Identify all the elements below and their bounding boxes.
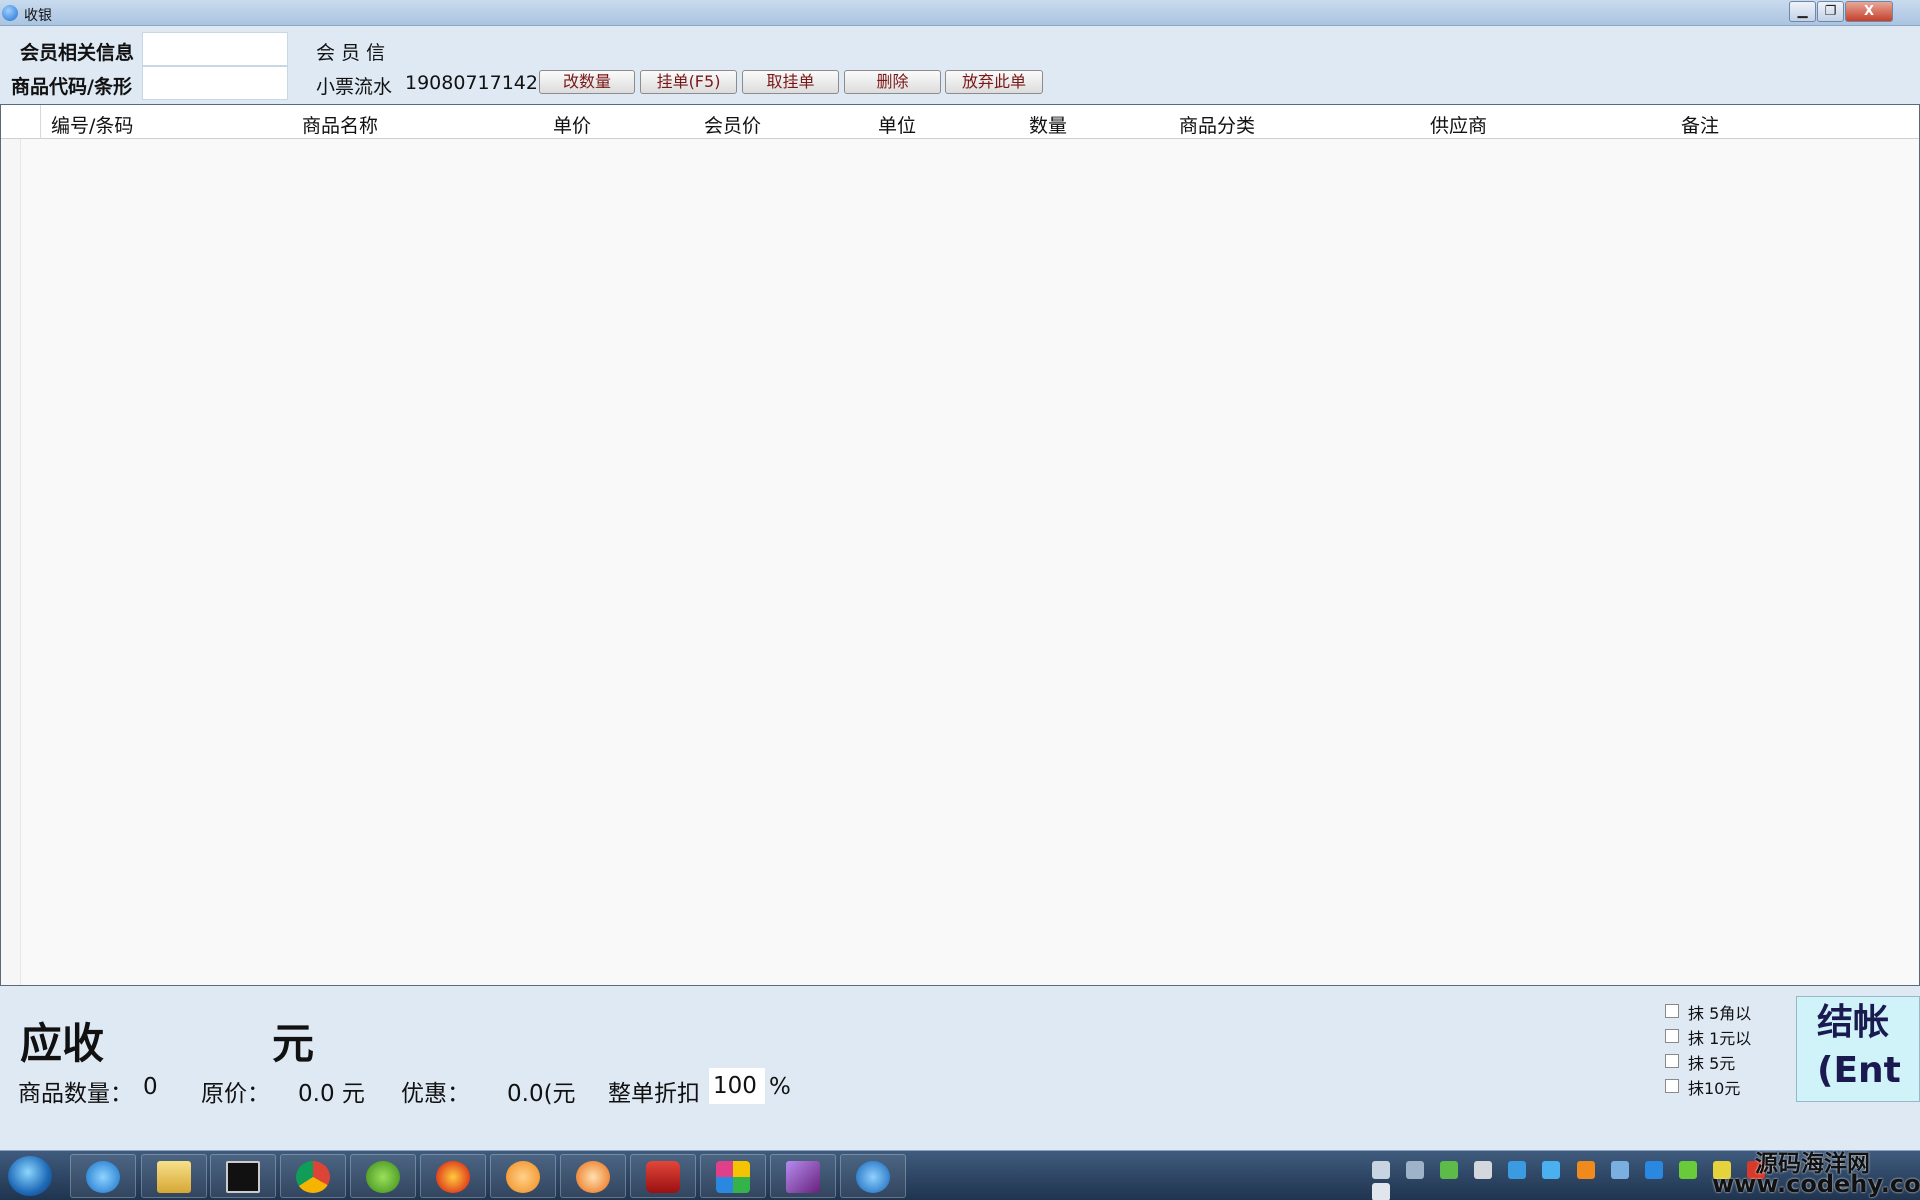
green-tray-icon[interactable]	[1678, 1161, 1697, 1179]
taskbar-file-explorer[interactable]	[141, 1154, 207, 1198]
product-code-input[interactable]	[142, 66, 288, 100]
taskbar-app-green[interactable]	[350, 1154, 416, 1198]
column-header-remark[interactable]: 备注	[1681, 111, 1719, 138]
colorful-app-icon	[716, 1161, 750, 1193]
change-quantity-button[interactable]: 改数量	[539, 70, 635, 94]
item-count-label: 商品数量：	[18, 1081, 133, 1107]
items-grid[interactable]: 编号/条码 商品名称 单价 会员价 单位 数量 商品分类 供应商 备注	[0, 104, 1920, 986]
original-price-value: 0.0 元	[298, 1081, 365, 1107]
watermark-url: www.codehy.com	[1712, 1170, 1920, 1198]
display-tray-icon[interactable]	[1610, 1161, 1629, 1179]
minimize-button[interactable]: ▁	[1789, 1, 1816, 22]
member-input[interactable]	[142, 32, 288, 66]
blue-tray-icon[interactable]	[1644, 1161, 1663, 1179]
receivable-unit: 元	[272, 1019, 315, 1068]
battery-icon[interactable]	[1440, 1161, 1459, 1179]
bird-tray-icon[interactable]	[1508, 1161, 1527, 1179]
orange-app-icon	[506, 1161, 540, 1193]
chrome-icon	[296, 1161, 330, 1193]
round-5yuan-checkbox[interactable]	[1665, 1054, 1679, 1068]
receipt-number: 19080717142	[405, 72, 538, 94]
taskbar-app-colorful[interactable]	[700, 1154, 766, 1198]
network-icon[interactable]	[1474, 1161, 1493, 1179]
round-5yuan-label: 抹 5元	[1688, 1054, 1736, 1073]
member-label: 会员相关信息	[20, 42, 135, 64]
row-header-corner	[1, 105, 41, 139]
taskbar-app-security[interactable]	[630, 1154, 696, 1198]
round-5jiao-label: 抹 5角以	[1688, 1004, 1752, 1023]
column-header-member-price[interactable]: 会员价	[704, 111, 761, 138]
column-header-category[interactable]: 商品分类	[1179, 111, 1255, 138]
column-header-unit[interactable]: 单位	[878, 111, 916, 138]
receivable-label: 应收	[20, 1019, 105, 1068]
taskbar-app-orange-2[interactable]	[560, 1154, 626, 1198]
taskbar-app-blue[interactable]	[840, 1154, 906, 1198]
green-app-icon	[366, 1161, 400, 1193]
orange-tray-icon[interactable]	[1576, 1161, 1595, 1179]
round-10yuan-checkbox[interactable]	[1665, 1079, 1679, 1093]
delete-button[interactable]: 删除	[844, 70, 941, 94]
volume-icon[interactable]	[1372, 1183, 1390, 1200]
round-5jiao-checkbox[interactable]	[1665, 1004, 1679, 1018]
column-header-supplier[interactable]: 供应商	[1430, 111, 1487, 138]
original-price-label: 原价：	[201, 1081, 270, 1107]
taskbar-visual-studio[interactable]	[770, 1154, 836, 1198]
item-count-value: 0	[143, 1074, 158, 1100]
folder-icon	[157, 1161, 191, 1193]
whole-discount-input[interactable]	[709, 1068, 765, 1104]
percent-sign: %	[769, 1074, 791, 1100]
checkout-label-line1: 结帐	[1817, 1002, 1890, 1043]
maximize-button[interactable]: ❐	[1817, 1, 1844, 22]
blue-globe-icon	[856, 1161, 890, 1193]
retrieve-order-button[interactable]: 取挂单	[742, 70, 839, 94]
member-info-label: 会 员 信	[316, 42, 386, 64]
orange-bird-icon	[576, 1161, 610, 1193]
checkout-label-line2: (Ent	[1817, 1050, 1901, 1091]
hold-order-button[interactable]: 挂单(F5)	[640, 70, 737, 94]
round-1yuan-label: 抹 1元以	[1688, 1029, 1752, 1048]
shield-icon	[646, 1161, 680, 1193]
summary-panel: 应收 元 商品数量： 0 原价： 0.0 元 优惠： 0.0(元 整单折扣 % …	[0, 986, 1920, 1110]
taskbar-firefox[interactable]	[420, 1154, 486, 1198]
column-header-name[interactable]: 商品名称	[302, 111, 378, 138]
product-code-label: 商品代码/条形	[11, 76, 132, 98]
discount-value: 0.0(元	[507, 1081, 576, 1107]
round-1yuan-checkbox[interactable]	[1665, 1029, 1679, 1043]
visual-studio-icon	[786, 1161, 820, 1193]
terminal-icon	[226, 1161, 260, 1193]
tray-arrow-icon[interactable]	[1406, 1161, 1425, 1179]
column-header-code[interactable]: 编号/条码	[51, 111, 133, 138]
discount-label: 优惠：	[401, 1081, 470, 1107]
star-tray-icon[interactable]	[1542, 1161, 1561, 1179]
taskbar-chrome[interactable]	[280, 1154, 346, 1198]
title-bar: 收银 ▁ ❐ X	[0, 0, 1920, 26]
taskbar	[0, 1150, 1920, 1200]
taskbar-internet-explorer[interactable]	[70, 1154, 136, 1198]
taskbar-app-orange[interactable]	[490, 1154, 556, 1198]
checkout-button[interactable]: 结帐 (Ent	[1796, 996, 1920, 1102]
firefox-icon	[436, 1161, 470, 1193]
app-icon	[2, 5, 18, 21]
column-header-quantity[interactable]: 数量	[1029, 111, 1067, 138]
internet-explorer-icon	[86, 1161, 120, 1193]
keyboard-icon[interactable]	[1372, 1161, 1390, 1179]
whole-discount-label: 整单折扣	[608, 1081, 700, 1107]
window-title: 收银	[24, 8, 52, 24]
row-header-column	[1, 139, 21, 985]
start-button[interactable]	[8, 1156, 52, 1196]
taskbar-terminal[interactable]	[210, 1154, 276, 1198]
column-header-price[interactable]: 单价	[553, 111, 591, 138]
close-button[interactable]: X	[1845, 1, 1893, 22]
receipt-label: 小票流水	[316, 76, 393, 98]
grid-header: 编号/条码 商品名称 单价 会员价 单位 数量 商品分类 供应商 备注	[1, 105, 1919, 139]
round-10yuan-label: 抹10元	[1688, 1079, 1741, 1098]
abandon-order-button[interactable]: 放弃此单	[945, 70, 1043, 94]
